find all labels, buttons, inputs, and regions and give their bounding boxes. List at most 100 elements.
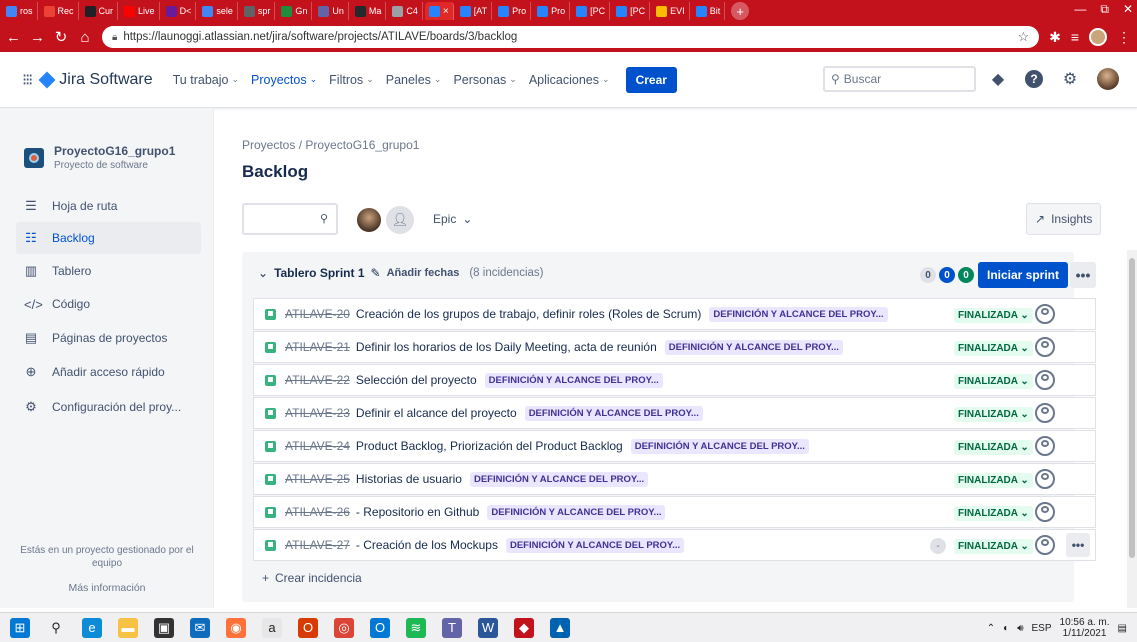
search-icon[interactable]: ⚲ (46, 617, 66, 638)
scrollbar-thumb[interactable] (1129, 258, 1135, 558)
extensions-icon[interactable]: ✱ (1049, 29, 1061, 46)
start-sprint-button[interactable]: Iniciar sprint (978, 262, 1068, 288)
issue-row[interactable]: ATILAVE-23 Definir el alcance del proyect… (253, 397, 1096, 429)
reading-list-icon[interactable]: ≡ (1071, 29, 1079, 45)
status-dropdown[interactable]: FINALIZADA ⌄ (954, 473, 1033, 488)
url-input[interactable]: 🔒︎ https://launoggi.atlassian.net/jira/s… (102, 26, 1040, 48)
epic-lozenge[interactable]: DEFINICIÓN Y ALCANCE DEL PROY... (469, 471, 649, 487)
notifications-center-icon[interactable]: ▤ (1118, 623, 1127, 634)
chevron-up-icon[interactable]: ⌃ (987, 623, 995, 634)
issue-key[interactable]: ATILAVE-25 (285, 472, 350, 486)
member-avatar[interactable] (355, 206, 383, 234)
teams-icon[interactable]: T (442, 617, 462, 638)
nav-item[interactable]: Proyectos ⌄ (251, 73, 317, 87)
app-switcher-icon[interactable]: ⁝⁝⁝ (22, 70, 33, 90)
pencil-icon[interactable]: ✎ (371, 266, 381, 280)
issue-row[interactable]: ATILAVE-25 Historias de usuario DEFINICIÓN… (253, 463, 1096, 495)
browser-tab[interactable]: C4 (388, 2, 423, 20)
epic-lozenge[interactable]: DEFINICIÓN Y ALCANCE DEL PROY... (630, 438, 809, 454)
browser-tab[interactable]: Pro (533, 2, 571, 20)
epic-lozenge[interactable]: DEFINICIÓN Y ALCANCE DEL PROY... (664, 339, 843, 355)
epic-lozenge[interactable]: DEFINICIÓN Y ALCANCE DEL PROY... (487, 504, 666, 520)
browser-tab[interactable]: sele (198, 2, 238, 20)
backlog-search-input[interactable]: ⚲ (242, 203, 338, 235)
browser-tab[interactable]: Gn (277, 2, 313, 20)
issue-key[interactable]: ATILAVE-21 (285, 340, 350, 354)
bookmark-star-icon[interactable]: ☆ (1017, 29, 1029, 45)
volume-icon[interactable]: 🔊︎ (1017, 623, 1023, 634)
forward-icon[interactable]: → (30, 29, 45, 46)
store-icon[interactable]: ▣ (154, 617, 174, 638)
sidebar-item[interactable]: ▤ Páginas de proyectos (16, 322, 201, 354)
amazon-icon[interactable]: a (262, 617, 282, 638)
user-avatar[interactable] (1097, 68, 1119, 90)
epic-lozenge[interactable]: DEFINICIÓN Y ALCANCE DEL PROY... (524, 405, 703, 421)
issue-row[interactable]: ATILAVE-22 Selección del proyecto DEFINICI… (253, 364, 1096, 396)
sidebar-item[interactable]: ☷ Backlog (16, 222, 201, 254)
sidebar-item[interactable]: ▥ Tablero (16, 255, 201, 287)
photos-icon[interactable]: ▲ (550, 617, 570, 638)
back-icon[interactable]: ← (6, 29, 21, 46)
browser-tab[interactable]: [PC (572, 2, 611, 20)
assignee-avatar-icon[interactable] (1035, 436, 1055, 456)
clock[interactable]: 10:56 a. m. 1/11/2021 (1060, 617, 1110, 639)
browser-tab-active[interactable]: × (424, 2, 454, 20)
file-explorer-icon[interactable]: ▬ (118, 617, 138, 638)
language-indicator[interactable]: ESP (1032, 623, 1052, 634)
browser-tab[interactable]: Live (120, 2, 160, 20)
edge-icon[interactable]: e (82, 617, 102, 638)
close-window-icon[interactable]: ✕ (1123, 2, 1133, 17)
reload-icon[interactable]: ↻ (54, 28, 68, 46)
issue-key[interactable]: ATILAVE-24 (285, 439, 350, 453)
status-dropdown[interactable]: FINALIZADA ⌄ (954, 539, 1033, 554)
epic-lozenge[interactable]: DEFINICIÓN Y ALCANCE DEL PROY... (709, 306, 888, 322)
jira-logo[interactable]: Jira Software (38, 71, 153, 89)
network-icon[interactable]: ◐ (1003, 623, 1009, 634)
issue-row[interactable]: ATILAVE-21 Definir los horarios de los Da… (253, 331, 1096, 363)
nav-item[interactable]: Paneles ⌄ (386, 73, 442, 87)
browser-tab[interactable]: Ma (351, 2, 387, 20)
chrome-icon[interactable]: ◎ (334, 617, 354, 638)
epic-lozenge[interactable]: DEFINICIÓN Y ALCANCE DEL PROY... (484, 372, 663, 388)
firefox-icon[interactable]: ◉ (226, 617, 246, 638)
nav-item[interactable]: Tu trabajo ⌄ (173, 73, 239, 87)
spotify-icon[interactable]: ≋ (406, 617, 426, 638)
outlook-icon[interactable]: O (370, 617, 390, 638)
estimate-badge[interactable]: - (930, 538, 946, 554)
sprint-name[interactable]: Tablero Sprint 1 (274, 266, 364, 280)
status-dropdown[interactable]: FINALIZADA ⌄ (954, 506, 1033, 521)
chevron-down-icon[interactable]: ⌄ (258, 266, 268, 280)
assignee-avatar-icon[interactable] (1035, 469, 1055, 489)
status-dropdown[interactable]: FINALIZADA ⌄ (954, 308, 1033, 323)
browser-tab[interactable]: EVI (652, 2, 690, 20)
assignee-avatar-icon[interactable] (1035, 403, 1055, 423)
profile-avatar[interactable] (1089, 28, 1107, 46)
add-people-icon[interactable]: 👤︎ (386, 206, 414, 234)
assignee-avatar-icon[interactable] (1035, 337, 1055, 357)
browser-tab[interactable]: ros (2, 2, 38, 20)
add-dates-link[interactable]: Añadir fechas (387, 267, 460, 279)
status-dropdown[interactable]: FINALIZADA ⌄ (954, 374, 1033, 389)
tab-close-icon[interactable]: × (443, 6, 449, 17)
home-icon[interactable]: ⌂ (78, 29, 92, 46)
new-tab-button[interactable]: + (731, 2, 750, 20)
status-dropdown[interactable]: FINALIZADA ⌄ (954, 407, 1033, 422)
status-dropdown[interactable]: FINALIZADA ⌄ (954, 440, 1033, 455)
create-button[interactable]: Crear (625, 66, 677, 93)
assignee-avatar-icon[interactable] (1035, 304, 1055, 324)
issue-row[interactable]: ATILAVE-26 - Repositorio en Github DEFINIC… (253, 496, 1096, 528)
browser-tab[interactable]: spr (240, 2, 276, 20)
page-scrollbar[interactable] (1127, 250, 1137, 608)
epic-filter[interactable]: Epic ⌄ (433, 212, 472, 226)
issue-row[interactable]: ATILAVE-24 Product Backlog, Priorización … (253, 430, 1096, 462)
minimize-icon[interactable]: — (1074, 2, 1086, 17)
status-dropdown[interactable]: FINALIZADA ⌄ (954, 341, 1033, 356)
epic-lozenge[interactable]: DEFINICIÓN Y ALCANCE DEL PROY... (505, 537, 685, 553)
browser-tab[interactable]: Pro (494, 2, 532, 20)
nav-item[interactable]: Aplicaciones ⌄ (529, 73, 610, 87)
sidebar-item[interactable]: ⊕ Añadir acceso rápido (16, 356, 201, 388)
browser-tab[interactable]: [AT (456, 2, 493, 20)
mail-icon[interactable]: ✉ (190, 617, 210, 638)
issue-key[interactable]: ATILAVE-26 (285, 505, 350, 519)
nav-item[interactable]: Personas ⌄ (453, 73, 516, 87)
